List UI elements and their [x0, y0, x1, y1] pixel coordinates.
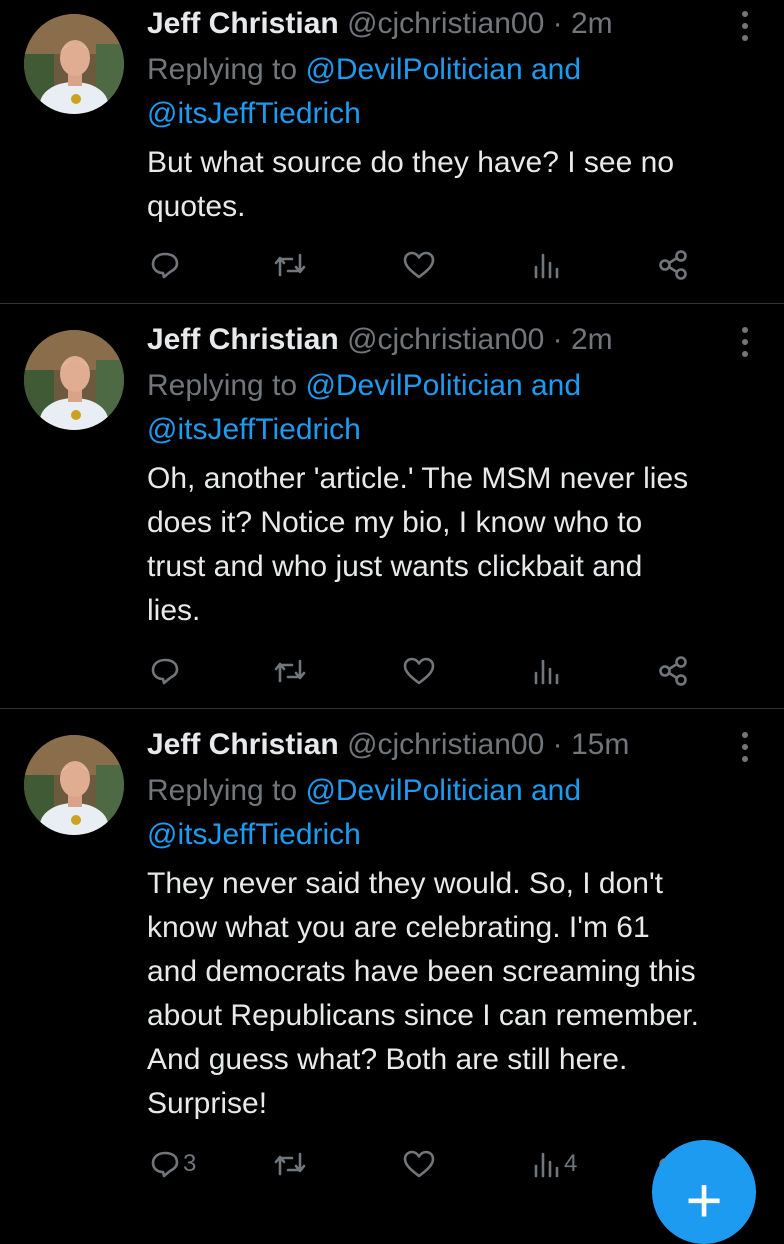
- mention-link[interactable]: @itsJeffTiedrich: [147, 818, 361, 851]
- compose-button[interactable]: +: [652, 1140, 756, 1244]
- author-handle[interactable]: @cjchristian00: [347, 7, 544, 40]
- avatar[interactable]: [24, 735, 124, 835]
- retweet-button[interactable]: [272, 245, 310, 285]
- share-button[interactable]: [656, 651, 690, 691]
- tweet[interactable]: Jeff Christian @cjchristian00 · 2m Reply…: [0, 316, 784, 708]
- tweet-text: But what source do they have? I see no q…: [147, 146, 675, 223]
- reply-icon: [149, 1148, 181, 1180]
- heart-icon: [402, 249, 436, 281]
- more-icon[interactable]: [730, 324, 760, 360]
- action-bar: [0, 245, 784, 285]
- views-icon: [530, 655, 562, 687]
- tweet-text: They never said they would. So, I don't …: [147, 867, 699, 1120]
- replying-to: Replying to @DevilPolitician and @itsJef…: [147, 364, 767, 452]
- author-name[interactable]: Jeff Christian: [147, 323, 339, 356]
- mention-link[interactable]: @DevilPolitician: [305, 53, 522, 86]
- tweet-header: Jeff Christian @cjchristian00 · 2m: [147, 316, 613, 364]
- mention-link[interactable]: @itsJeffTiedrich: [147, 97, 361, 130]
- views-button[interactable]: 4: [530, 1144, 577, 1184]
- compose-plus-icon: +: [685, 1164, 723, 1236]
- tweet[interactable]: Jeff Christian @cjchristian00 · 2m Reply…: [0, 0, 784, 303]
- like-button[interactable]: [402, 651, 438, 691]
- replying-prefix: Replying to: [147, 774, 306, 807]
- views-button[interactable]: [530, 245, 564, 285]
- author-name[interactable]: Jeff Christian: [147, 7, 339, 40]
- like-button[interactable]: [402, 245, 438, 285]
- more-icon[interactable]: [730, 8, 760, 44]
- reply-icon: [149, 249, 181, 281]
- heart-icon: [402, 1148, 436, 1180]
- separator: ·: [552, 728, 563, 761]
- replying-prefix: Replying to: [147, 369, 306, 402]
- views-count: 4: [564, 1150, 578, 1177]
- tweet[interactable]: Jeff Christian @cjchristian00 · 15m Repl…: [0, 721, 784, 1200]
- reply-button[interactable]: [149, 651, 183, 691]
- heart-icon: [402, 655, 436, 687]
- tweet-header: Jeff Christian @cjchristian00 · 15m: [147, 721, 629, 769]
- reply-count: 3: [183, 1150, 197, 1177]
- retweet-icon: [272, 249, 308, 281]
- timestamp[interactable]: 2m: [571, 323, 613, 356]
- retweet-button[interactable]: [272, 1144, 310, 1184]
- timestamp[interactable]: 15m: [571, 728, 629, 761]
- share-icon: [656, 249, 690, 281]
- tweet-header: Jeff Christian @cjchristian00 · 2m: [147, 0, 613, 48]
- share-icon: [656, 655, 690, 687]
- divider: [0, 708, 784, 709]
- mention-link[interactable]: @DevilPolitician: [305, 369, 522, 402]
- replying-to: Replying to @DevilPolitician and @itsJef…: [147, 769, 767, 857]
- timestamp[interactable]: 2m: [571, 7, 613, 40]
- like-button[interactable]: [402, 1144, 438, 1184]
- reply-button[interactable]: 3: [149, 1144, 196, 1184]
- reply-icon: [149, 655, 181, 687]
- views-button[interactable]: [530, 651, 564, 691]
- mention-link[interactable]: @itsJeffTiedrich: [147, 413, 361, 446]
- author-handle[interactable]: @cjchristian00: [347, 323, 544, 356]
- author-handle[interactable]: @cjchristian00: [347, 728, 544, 761]
- more-icon[interactable]: [730, 729, 760, 765]
- divider: [0, 303, 784, 304]
- separator: ·: [552, 323, 563, 356]
- mention-link[interactable]: @DevilPolitician: [305, 774, 522, 807]
- mention-joiner: and: [522, 369, 582, 402]
- tweet-text: Oh, another 'article.' The MSM never lie…: [147, 462, 689, 627]
- author-name[interactable]: Jeff Christian: [147, 728, 339, 761]
- avatar[interactable]: [24, 14, 124, 114]
- share-button[interactable]: [656, 245, 690, 285]
- views-icon: [530, 249, 562, 281]
- views-icon: [530, 1148, 562, 1180]
- replying-prefix: Replying to: [147, 53, 306, 86]
- mention-joiner: and: [522, 774, 582, 807]
- action-bar: [0, 651, 784, 691]
- replying-to: Replying to @DevilPolitician and @itsJef…: [147, 48, 767, 136]
- avatar[interactable]: [24, 330, 124, 430]
- reply-button[interactable]: [149, 245, 183, 285]
- separator: ·: [552, 7, 563, 40]
- retweet-button[interactable]: [272, 651, 310, 691]
- mention-joiner: and: [522, 53, 582, 86]
- retweet-icon: [272, 655, 308, 687]
- retweet-icon: [272, 1148, 308, 1180]
